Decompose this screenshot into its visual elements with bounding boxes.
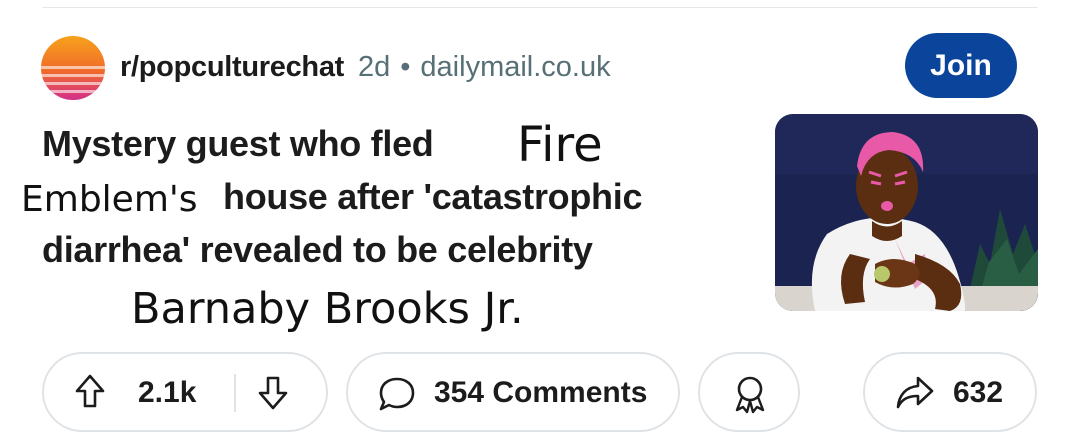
vote-divider [234, 374, 236, 412]
top-divider [42, 7, 1038, 8]
title-edit-name: Barnaby Brooks Jr. [131, 284, 524, 334]
award-button[interactable] [698, 352, 800, 432]
share-arrow-icon [895, 375, 935, 416]
downvote-arrow-icon[interactable] [257, 375, 289, 416]
share-count: 632 [953, 376, 1004, 409]
comments-button[interactable]: 354 Comments [346, 352, 680, 432]
post-meta: r/popculturechat 2d • dailymail.co.uk [120, 49, 611, 85]
subreddit-name[interactable]: r/popculturechat [120, 51, 344, 84]
title-edit-emblems: Emblem's [21, 179, 198, 220]
title-line-3: diarrhea' revealed to be celebrity [42, 229, 593, 270]
title-edit-fire: Fire [517, 117, 603, 173]
award-icon [731, 374, 769, 419]
share-button[interactable]: 632 [863, 352, 1037, 432]
post-thumbnail[interactable] [775, 114, 1038, 311]
subreddit-avatar-icon[interactable] [41, 36, 105, 100]
join-button[interactable]: Join [905, 33, 1017, 98]
title-line-1: Mystery guest who fled [42, 123, 434, 164]
comment-bubble-icon [378, 376, 416, 417]
comments-count: 354 Comments [434, 376, 648, 409]
post-age: 2d [358, 50, 391, 83]
vote-score: 2.1k [138, 376, 197, 409]
title-line-2: house after 'catastrophic [223, 176, 643, 217]
upvote-arrow-icon[interactable] [74, 373, 106, 414]
meta-separator: • [400, 50, 411, 83]
vote-bar: 2.1k [42, 352, 328, 432]
post-domain[interactable]: dailymail.co.uk [420, 51, 610, 84]
